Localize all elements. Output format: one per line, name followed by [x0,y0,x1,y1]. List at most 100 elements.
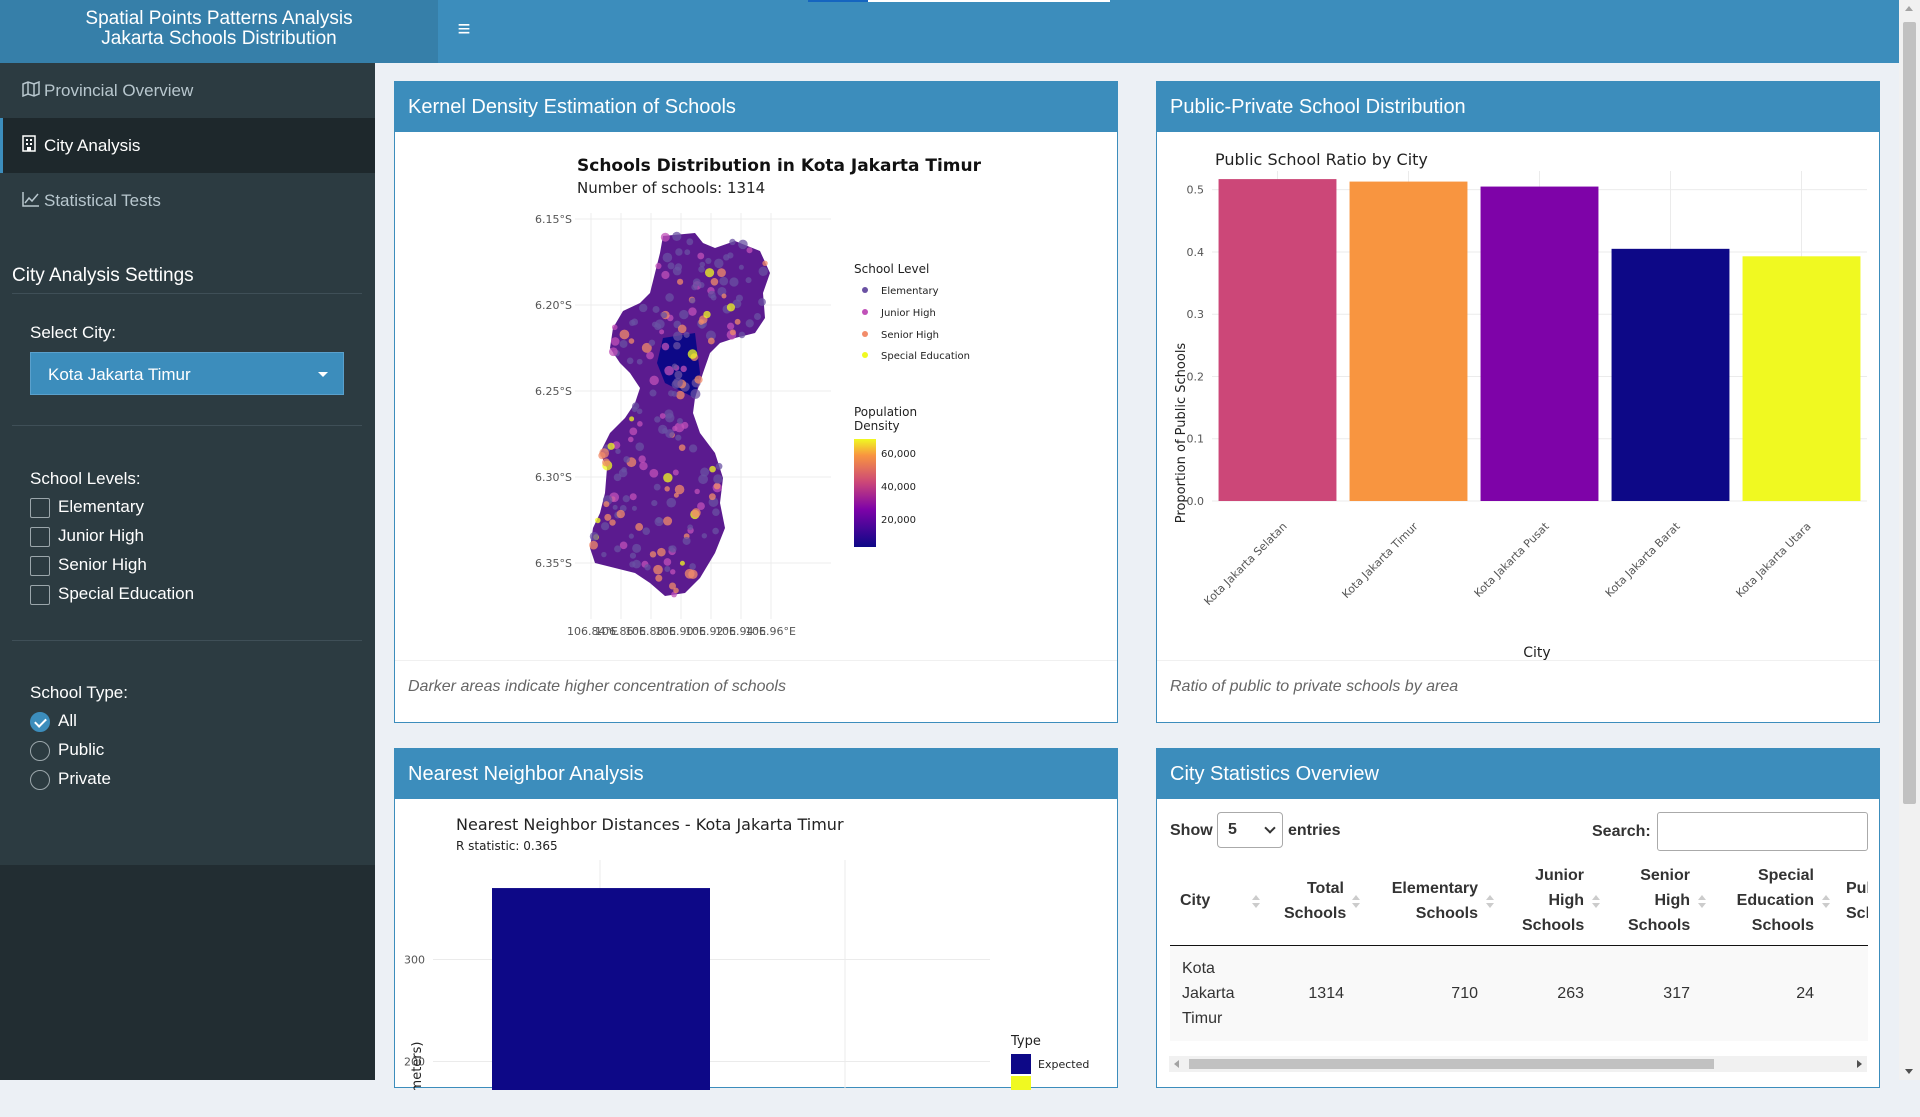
school-point [684,249,691,256]
school-point [660,232,670,242]
app-logo[interactable]: Spatial Points Patterns Analysis Jakarta… [0,0,438,63]
column-header-special-education[interactable]: Special Education Schools [1712,857,1836,946]
checkbox-icon[interactable] [30,555,50,576]
checkbox-junior-high[interactable]: Junior High [30,525,144,547]
checkbox-elementary[interactable]: Elementary [30,496,144,518]
loading-bar-track [868,0,1110,2]
school-point [673,587,679,594]
entries-label: entries [1288,822,1341,839]
legend-level-title: School Level [854,262,929,276]
radio-private[interactable]: Private [30,768,111,790]
sidebar-panel: Provincial Overview City Analysis Statis… [0,63,375,865]
column-header-senior-high[interactable]: Senior High Schools [1606,857,1712,946]
nn-chart-title: Nearest Neighbor Distances - Kota Jakart… [456,815,844,834]
search-input[interactable] [1657,812,1868,851]
column-header-public[interactable]: Public Schools [1836,857,1868,946]
table-horizontal-scrollbar[interactable] [1169,1056,1867,1072]
school-point [639,461,648,471]
school-point [717,268,726,278]
school-point [594,517,601,524]
radio-label: All [58,711,77,730]
city-statistics-box: City Statistics Overview Show 5 entries … [1156,748,1880,1088]
table-row[interactable]: Kota Jakarta Timur 1314 710 263 317 24 [1170,945,1868,1041]
page-vertical-scrollbar[interactable] [1899,0,1920,1080]
school-point [721,293,727,299]
divider [12,293,362,294]
radio-public[interactable]: Public [30,739,104,761]
school-point [713,474,723,484]
school-point [686,238,694,246]
sidebar-item-provincial-overview[interactable]: Provincial Overview [0,63,375,118]
checkbox-special-education[interactable]: Special Education [30,583,194,605]
school-point [734,318,741,325]
school-point [649,375,659,386]
checkbox-icon[interactable] [30,584,50,605]
school-point [674,370,683,379]
sidebar-item-city-analysis[interactable]: City Analysis [0,118,375,173]
entries-select[interactable]: 5 [1217,812,1283,848]
checkbox-icon[interactable] [30,526,50,547]
top-header: Spatial Points Patterns Analysis Jakarta… [0,0,1899,63]
y-tick-label: 0.1 [1187,433,1205,446]
school-point [628,338,635,344]
scroll-right-icon[interactable] [1857,1060,1862,1068]
school-point [675,434,682,441]
school-point [689,444,698,453]
settings-title: City Analysis Settings [12,265,194,286]
nn-legend-label: Expected [1038,1058,1089,1071]
sidebar-toggle-icon[interactable]: ≡ [452,17,476,41]
bar-5 [1742,256,1861,501]
stats-table: City Total Schools Elementary Schools Ju… [1170,857,1868,1041]
column-header-city[interactable]: City [1170,857,1266,946]
school-point [657,547,666,557]
scroll-down-icon[interactable] [1905,1069,1913,1074]
stats-table-scroll-area[interactable]: City Total Schools Elementary Schools Ju… [1170,857,1868,1117]
x-tick-label: Kota Jakarta Utara [1734,520,1814,600]
school-point [729,238,736,246]
school-point [658,424,668,434]
column-header-junior-high[interactable]: Junior High Schools [1500,857,1606,946]
school-point [629,493,637,501]
line-chart-icon [22,174,44,229]
school-point [719,276,729,286]
school-point [644,564,651,571]
column-header-elementary[interactable]: Elementary Schools [1366,857,1500,946]
column-header-total[interactable]: Total Schools [1266,857,1366,946]
checkbox-label: Elementary [58,497,144,516]
building-icon [22,119,44,174]
radio-checked-icon[interactable] [30,711,50,732]
checkbox-icon[interactable] [30,497,50,518]
scrollbar-thumb[interactable] [1189,1059,1714,1069]
sidebar: Provincial Overview City Analysis Statis… [0,63,375,1080]
lat-label: 6.30°S [535,471,572,484]
school-point [601,551,607,558]
radio-icon[interactable] [30,769,50,790]
school-point [649,468,659,478]
divider [12,640,362,641]
scroll-left-icon[interactable] [1174,1060,1179,1068]
school-point [679,309,689,320]
lat-label: 6.15°S [535,213,572,226]
school-point [758,298,766,306]
table-cell-junior-high: 263 [1500,945,1606,1041]
public-private-box-footer: Ratio of public to private schools by ar… [1157,660,1879,722]
scrollbar-thumb[interactable] [1903,22,1916,804]
school-point [698,265,705,273]
scroll-up-icon[interactable] [1905,6,1913,11]
sort-icon [1698,895,1706,909]
density-tick-label: 60,000 [881,449,916,460]
school-point [665,293,674,302]
radio-all[interactable]: All [30,710,77,732]
school-point [698,474,709,485]
legend-dot-junior-high [862,309,868,315]
sidebar-item-statistical-tests[interactable]: Statistical Tests [0,173,375,228]
radio-label: Public [58,740,105,759]
city-select-dropdown[interactable]: Kota Jakarta Timur [30,352,344,395]
checkbox-senior-high[interactable]: Senior High [30,554,147,576]
bar-chart-yticks: 0.0 0.1 0.2 0.3 0.4 0.5 [1187,184,1205,508]
checkbox-label: Junior High [58,526,144,545]
table-cell-senior-high: 317 [1606,945,1712,1041]
radio-icon[interactable] [30,740,50,761]
school-point [753,313,761,321]
school-point [649,389,657,397]
